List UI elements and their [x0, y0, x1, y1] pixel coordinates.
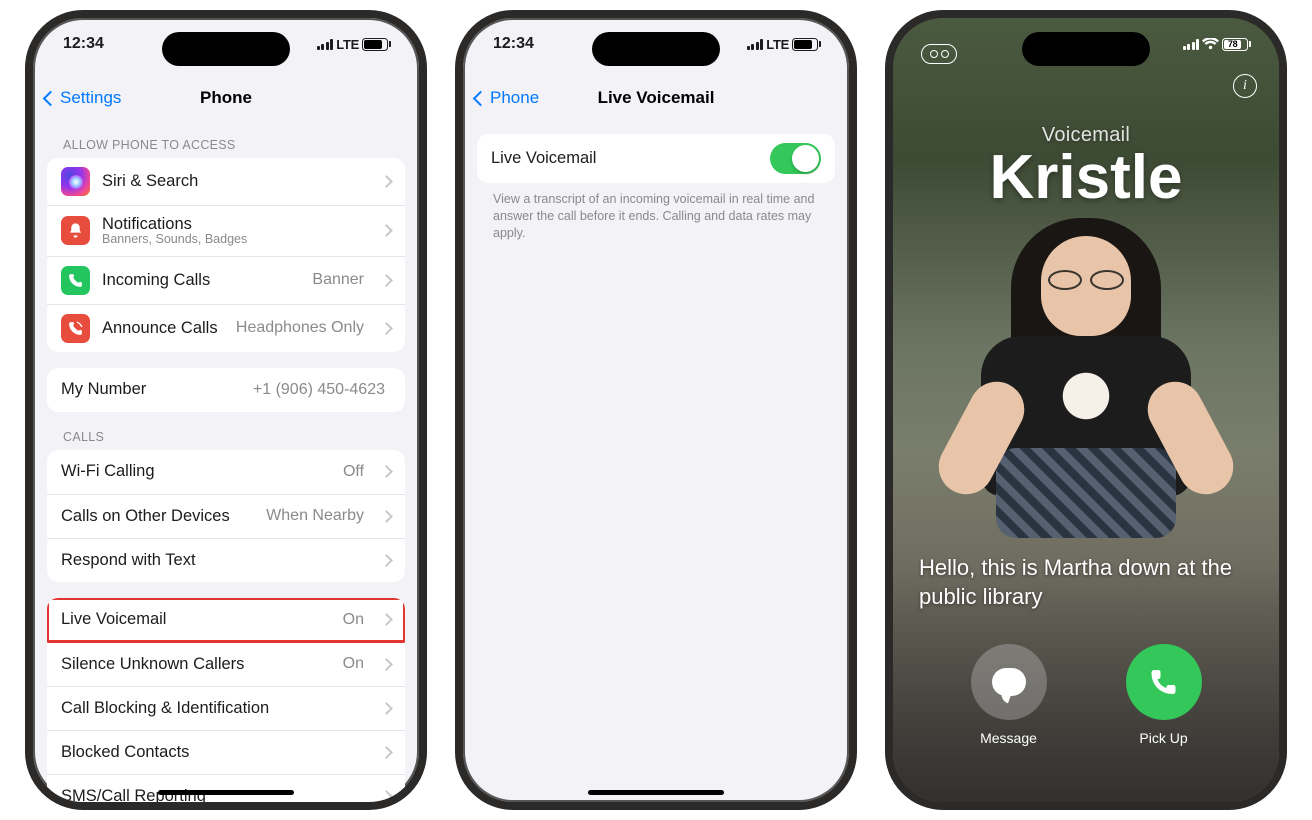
row-siri[interactable]: Siri & Search: [47, 158, 405, 205]
chevron-right-icon: [380, 702, 393, 715]
row-blocked-contacts[interactable]: Blocked Contacts: [47, 730, 405, 774]
chevron-right-icon: [380, 614, 393, 627]
row-sms-call-reporting[interactable]: SMS/Call Reporting: [47, 774, 405, 802]
device-voicemail-call: 78 i Voicemail Kristle Hello, this is Ma…: [885, 10, 1287, 810]
chevron-left-icon: [473, 90, 489, 106]
row-announce-calls[interactable]: Announce Calls Headphones Only: [47, 304, 405, 352]
row-live-voicemail-toggle[interactable]: Live Voicemail: [477, 134, 835, 183]
signal-icon: [317, 38, 334, 50]
chevron-right-icon: [380, 322, 393, 335]
footer-explainer: View a transcript of an incoming voicema…: [477, 183, 835, 250]
signal-icon: [747, 38, 764, 50]
caller-header: Voicemail Kristle: [893, 124, 1279, 209]
nav-bar: Phone Live Voicemail: [463, 76, 849, 120]
toggle-switch-on[interactable]: [770, 143, 821, 174]
row-calls-other-devices[interactable]: Calls on Other Devices When Nearby: [47, 494, 405, 538]
row-my-number[interactable]: My Number +1 (906) 450-4623: [47, 368, 405, 412]
announce-calls-icon: [61, 314, 90, 343]
live-transcript: Hello, this is Martha down at the public…: [919, 553, 1253, 612]
group-toggle: Live Voicemail: [477, 134, 835, 183]
device-live-voicemail-setting: 12:34 LTE 84 Phone Live Voicemail Live V…: [455, 10, 857, 810]
row-live-voicemail[interactable]: Live Voicemail On: [47, 598, 405, 642]
section-header-access: Allow Phone to Access: [47, 120, 405, 158]
phone-icon: [1149, 667, 1179, 697]
chevron-right-icon: [380, 175, 393, 188]
message-label: Message: [980, 730, 1037, 746]
network-label: LTE: [336, 37, 359, 52]
pickup-label: Pick Up: [1139, 730, 1187, 746]
status-time: 12:34: [63, 35, 104, 53]
chevron-left-icon: [43, 90, 59, 106]
chevron-right-icon: [380, 746, 393, 759]
row-wifi-calling[interactable]: Wi-Fi Calling Off: [47, 450, 405, 494]
row-silence-unknown[interactable]: Silence Unknown Callers On: [47, 642, 405, 686]
chevron-right-icon: [380, 225, 393, 238]
home-indicator[interactable]: [158, 790, 294, 795]
chevron-right-icon: [380, 510, 393, 523]
nav-bar: Settings Phone: [33, 76, 419, 120]
signal-icon: [1183, 38, 1200, 50]
message-icon: [992, 668, 1026, 696]
chevron-right-icon: [380, 554, 393, 567]
row-incoming-calls[interactable]: Incoming Calls Banner: [47, 256, 405, 304]
chevron-right-icon: [380, 658, 393, 671]
status-time: 12:34: [493, 35, 534, 53]
contact-portrait: [966, 218, 1206, 538]
pickup-button[interactable]: [1126, 644, 1202, 720]
group-my-number: My Number +1 (906) 450-4623: [47, 368, 405, 412]
dynamic-island: [592, 32, 720, 66]
dynamic-island: [1022, 32, 1150, 66]
section-header-calls: Calls: [47, 412, 405, 450]
row-respond-with-text[interactable]: Respond with Text: [47, 538, 405, 582]
info-button[interactable]: i: [1233, 74, 1257, 98]
group-calls-1: Wi-Fi Calling Off Calls on Other Devices…: [47, 450, 405, 582]
back-label: Phone: [490, 88, 539, 108]
caller-name: Kristle: [893, 147, 1279, 209]
battery-icon: 84: [792, 38, 821, 51]
pickup-action[interactable]: Pick Up: [1126, 644, 1202, 746]
battery-icon: 78: [1222, 38, 1251, 51]
device-phone-settings: 12:34 LTE 84 Settings Phone Allow Phone …: [25, 10, 427, 810]
row-notifications[interactable]: Notifications Banners, Sounds, Badges: [47, 205, 405, 256]
wifi-icon: [1202, 38, 1219, 51]
home-indicator[interactable]: [588, 790, 724, 795]
call-actions: Message Pick Up: [893, 644, 1279, 746]
group-access: Siri & Search Notifications Banners, Sou…: [47, 158, 405, 352]
back-label: Settings: [60, 88, 121, 108]
incoming-call-icon: [61, 266, 90, 295]
notifications-icon: [61, 216, 90, 245]
network-label: LTE: [766, 37, 789, 52]
back-button[interactable]: Phone: [475, 88, 539, 108]
back-button[interactable]: Settings: [45, 88, 121, 108]
chevron-right-icon: [380, 274, 393, 287]
siri-icon: [61, 167, 90, 196]
chevron-right-icon: [380, 790, 393, 802]
row-call-blocking[interactable]: Call Blocking & Identification: [47, 686, 405, 730]
chevron-right-icon: [380, 466, 393, 479]
dynamic-island: [162, 32, 290, 66]
battery-icon: 84: [362, 38, 391, 51]
message-action[interactable]: Message: [971, 644, 1047, 746]
message-button[interactable]: [971, 644, 1047, 720]
group-calls-2: Live Voicemail On Silence Unknown Caller…: [47, 598, 405, 802]
